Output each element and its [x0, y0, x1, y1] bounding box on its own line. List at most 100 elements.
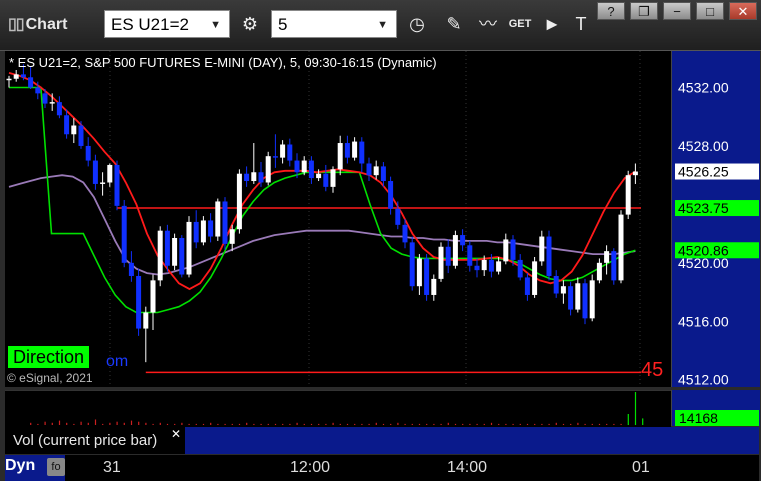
- candle-body: [359, 141, 365, 164]
- candle-body: [604, 251, 610, 263]
- candle-body: [308, 160, 314, 179]
- y-tick-label: 4532.00: [678, 80, 729, 96]
- direction-badge: Direction: [8, 346, 90, 368]
- candle-body: [107, 164, 113, 183]
- volume-study-label[interactable]: Vol (current price bar): [5, 427, 185, 454]
- candle-body: [316, 173, 322, 179]
- candle-body: [229, 229, 235, 244]
- close-icon[interactable]: ✕: [171, 427, 181, 441]
- candle-body: [287, 144, 293, 161]
- candle-body: [611, 251, 617, 281]
- candle-body: [424, 258, 430, 295]
- candle-body: [280, 144, 286, 158]
- green-average-line: [9, 86, 636, 314]
- candle-body: [215, 201, 221, 237]
- candle-body: [78, 125, 84, 146]
- candle-body: [208, 220, 214, 237]
- chart-header: * ES U21=2, S&P 500 FUTURES E-MINI (DAY)…: [9, 55, 437, 70]
- candle-body: [100, 182, 106, 184]
- copyright-text: © eSignal, 2021: [7, 371, 93, 385]
- volume-plot-area[interactable]: [5, 390, 671, 427]
- volume-value-label: 14168: [675, 410, 759, 426]
- candle-body: [546, 236, 552, 276]
- candle-body: [13, 74, 19, 79]
- price-tag-label: 4523.75: [678, 200, 729, 216]
- candle-body: [258, 172, 264, 183]
- candle-body: [596, 262, 602, 281]
- candle-body: [179, 237, 185, 275]
- candle-body: [496, 261, 502, 272]
- candle-body: [395, 208, 401, 225]
- candle-body: [438, 246, 444, 279]
- candle-body: [64, 115, 70, 135]
- candle-body: [114, 164, 120, 206]
- candle-body: [136, 275, 142, 329]
- lock-icon[interactable]: fo: [47, 458, 65, 476]
- candle-body: [35, 87, 41, 94]
- candle-body: [337, 143, 343, 170]
- candle-body: [251, 172, 257, 182]
- candle-body: [172, 237, 178, 266]
- candle-body: [186, 221, 192, 275]
- candle-body: [236, 173, 242, 230]
- candle-body: [380, 166, 386, 182]
- candle-body: [150, 280, 156, 313]
- candle-body: [265, 156, 271, 183]
- candle-body: [539, 236, 545, 262]
- candle-body: [244, 173, 250, 182]
- candle-body: [402, 224, 408, 243]
- y-tick-label: 4528.00: [678, 138, 729, 154]
- candle-body: [474, 265, 480, 271]
- candle-body: [510, 239, 516, 260]
- candle-body: [71, 125, 77, 135]
- candle-body: [121, 205, 127, 263]
- candle-body: [560, 286, 566, 294]
- candle-body: [452, 235, 458, 266]
- candle-body: [517, 259, 523, 278]
- candle-body: [366, 163, 372, 176]
- candle-body: [294, 160, 300, 173]
- candle-body: [503, 239, 509, 262]
- candle-body: [460, 235, 466, 246]
- candle-body: [632, 171, 638, 176]
- candle-body: [330, 169, 336, 187]
- candle-body: [488, 259, 494, 272]
- candle-body: [49, 102, 55, 104]
- candle-body: [625, 175, 631, 215]
- candle-body: [467, 245, 473, 266]
- candle-body: [164, 230, 170, 266]
- candle-body: [373, 166, 379, 176]
- candle-body: [128, 262, 134, 276]
- candle-body: [524, 277, 530, 295]
- candle-body: [582, 283, 588, 319]
- candle-body: [193, 221, 199, 243]
- y-tick-label: 4512.00: [678, 372, 729, 388]
- candle-body: [28, 77, 34, 88]
- direction-tail-text: om: [106, 353, 129, 370]
- candle-body: [200, 220, 206, 243]
- candle-body: [416, 258, 422, 287]
- dyn-toggle[interactable]: Dyn fo: [5, 455, 65, 481]
- candle-body: [344, 143, 350, 158]
- price-tag-label: 4526.25: [678, 164, 729, 180]
- candle-body: [272, 156, 278, 158]
- x-tick: 12:00: [290, 459, 331, 476]
- candle-body: [85, 145, 91, 161]
- candle-body: [222, 201, 228, 244]
- candle-body: [553, 275, 559, 294]
- candle-body: [575, 283, 581, 310]
- x-tick: 14:00: [447, 459, 488, 476]
- candle-body: [532, 261, 538, 295]
- candle-body: [388, 181, 394, 209]
- candle-body: [301, 160, 307, 173]
- price-tag-label: 4520.86: [678, 242, 729, 258]
- candle-body: [42, 93, 48, 104]
- candle-body: [6, 78, 12, 81]
- y-tick-label: 4516.00: [678, 313, 729, 329]
- x-tick: 31: [103, 459, 121, 476]
- candle-body: [618, 214, 624, 281]
- candle-body: [20, 74, 26, 78]
- candle-body: [568, 286, 574, 310]
- candle-body: [157, 230, 163, 281]
- candle-body: [481, 259, 487, 271]
